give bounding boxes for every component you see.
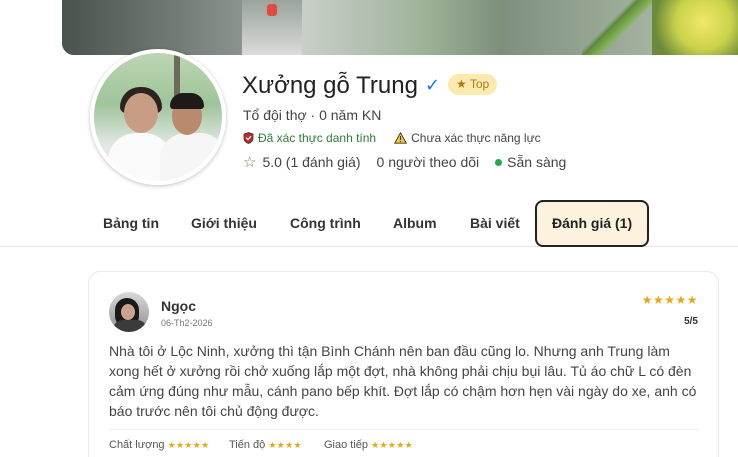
criteria-stars: ★★★★★ xyxy=(167,440,210,450)
tab-about[interactable]: Giới thiệu xyxy=(191,215,257,231)
criteria-label: Giao tiếp xyxy=(324,439,369,451)
profile-subtitle: Tổ đội thợ · 0 năm KN xyxy=(243,107,382,123)
top-badge: ★ Top xyxy=(448,74,498,95)
rating-summary[interactable]: 5.0 (1 đánh giá) xyxy=(262,154,360,170)
criteria-communication: Giao tiếp ★★★★★ xyxy=(324,439,413,451)
identity-verified-label: Đã xác thực danh tính xyxy=(258,131,377,145)
followers-count[interactable]: 0 người theo dõi xyxy=(377,154,480,170)
criteria-label: Chất lượng xyxy=(109,439,165,451)
review-score: 5/5 xyxy=(684,316,698,327)
profile-tabs: Bảng tin Giới thiệu Công trình Album Bài… xyxy=(0,199,738,247)
criteria-label: Tiến độ xyxy=(229,439,266,451)
check-mark-icon: ✓ xyxy=(425,75,441,95)
review-stars: ★★★★★ xyxy=(641,293,698,307)
star-outline-icon: ☆ xyxy=(243,154,257,171)
criteria-quality: Chất lượng ★★★★★ xyxy=(109,439,209,451)
review-card: Ngọc 06-Th2-2026 ★★★★★ 5/5 Nhà tôi ở Lộc… xyxy=(88,271,719,457)
reviewer-name[interactable]: Ngọc xyxy=(161,298,196,314)
verification-row: Đã xác thực danh tính Chưa xác thực năng… xyxy=(243,131,541,145)
profile-name: Xưởng gỗ Trung xyxy=(242,72,418,99)
availability-status: Sẵn sàng xyxy=(495,154,566,170)
tab-news-feed[interactable]: Bảng tin xyxy=(103,215,159,231)
criteria-progress: Tiến độ ★★★★ xyxy=(229,439,302,451)
review-text: Nhà tôi ở Lộc Ninh, xưởng thì tận Bình C… xyxy=(109,343,697,419)
divider xyxy=(109,429,699,430)
profile-avatar[interactable] xyxy=(90,49,226,185)
reviewer-avatar[interactable] xyxy=(109,292,149,332)
warning-icon xyxy=(394,132,408,144)
criteria-stars: ★★★★ xyxy=(268,440,302,450)
review-date: 06-Th2-2026 xyxy=(161,318,213,328)
capability-status: Chưa xác thực năng lực xyxy=(394,131,541,145)
tab-projects[interactable]: Công trình xyxy=(290,215,361,231)
availability-label: Sẵn sàng xyxy=(507,154,567,170)
stats-row: ☆ 5.0 (1 đánh giá) 0 người theo dõi Sẵn … xyxy=(243,153,566,171)
capability-unverified-label: Chưa xác thực năng lực xyxy=(411,131,541,145)
tab-posts[interactable]: Bài viết xyxy=(470,215,520,231)
tab-album[interactable]: Album xyxy=(393,215,437,231)
cover-photo xyxy=(62,0,738,55)
shield-icon xyxy=(243,132,254,144)
criteria-stars: ★★★★★ xyxy=(371,440,413,450)
status-dot-icon xyxy=(495,158,503,166)
tab-reviews[interactable]: Đánh giá (1) xyxy=(535,200,650,247)
